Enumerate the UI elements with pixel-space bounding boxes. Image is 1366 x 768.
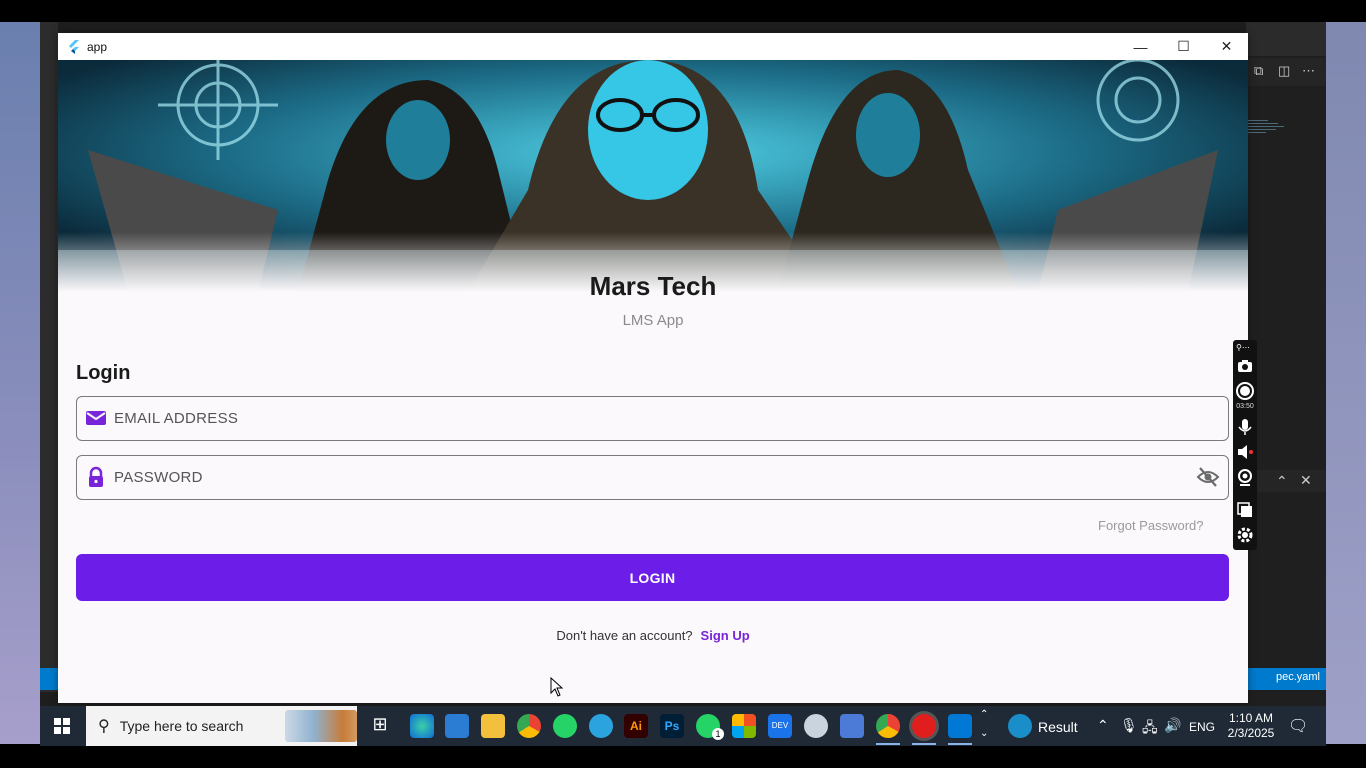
password-field[interactable] [76,455,1229,500]
app-window: app — ☐ ✕ Mars Tech LMS App Login EMAIL … [58,33,1248,703]
vscode-titlebar [1246,22,1326,56]
split-editor-icon[interactable]: ⧉ [1254,63,1263,79]
telegram-icon[interactable] [589,714,613,738]
chrome-profile-icon[interactable] [876,714,900,738]
email-input[interactable] [114,397,1174,440]
window-titlebar: app — ☐ ✕ [58,33,1248,60]
microphone-icon[interactable] [1236,418,1254,436]
edge-browser-icon[interactable] [410,714,434,738]
microphone-tray-icon[interactable]: 🎙 [1120,717,1138,734]
brand-subtitle: LMS App [622,312,684,329]
file-explorer-icon[interactable] [481,714,505,738]
vscode-minimap [1248,118,1288,138]
search-icon: ⚲ [98,718,110,735]
active-indicator [948,743,972,745]
forgot-password-link[interactable]: Forgot Password? [1098,518,1204,533]
windows-taskbar: ⚲ Type here to search ⊞ Ai Ps 1 DEV ⌃ ⌄ … [40,706,1326,746]
start-button[interactable] [40,706,84,746]
lock-icon [85,466,107,488]
clock-date: 2/3/2025 [1227,726,1275,740]
active-indicator [912,743,936,745]
brand-title: Mars Tech [589,271,717,301]
settings-gear-icon[interactable] [1236,526,1254,544]
taskbar-scroll-up-icon[interactable]: ⌃ [980,709,988,720]
whatsapp-icon[interactable] [553,714,577,738]
chrome-icon[interactable] [517,714,541,738]
recorder-toolbar: ⚲⋯ 03:50 [1233,340,1257,550]
signup-link[interactable]: Sign Up [701,628,750,643]
close-panel-icon[interactable]: ✕ [1300,472,1312,489]
weather-icon[interactable] [1008,714,1032,738]
screen-recorder-icon[interactable] [912,714,936,738]
tray-chevron-up-icon[interactable]: ⌃ [1097,717,1109,734]
window-title: app [87,39,108,54]
taskbar-search-box[interactable]: ⚲ Type here to search [86,706,357,746]
desktop-wallpaper-strip-right [1326,22,1366,744]
desktop-wallpaper-strip [0,22,40,744]
flutter-icon [66,39,82,55]
notification-badge: 1 [712,728,724,740]
search-highlight-image [285,710,357,742]
mouse-cursor-icon [550,676,564,702]
windows-logo-icon [54,718,70,734]
weather-label[interactable]: Result [1038,719,1078,735]
task-view-icon[interactable]: ⊞ [368,714,392,738]
password-input[interactable] [114,456,1174,499]
clock-time: 1:10 AM [1228,711,1274,725]
network-icon[interactable]: 🖧 [1142,717,1158,741]
microsoft-apps-icon[interactable] [732,714,756,738]
taskbar-scroll-down-icon[interactable]: ⌄ [980,728,988,739]
vscode-activity-bar [40,22,58,692]
chevron-up-icon[interactable]: ⌃ [1276,473,1288,490]
language-indicator[interactable]: ENG [1189,720,1215,734]
vscode-editor-area: ⧉ ◫ ⋯ [1246,22,1326,712]
volume-icon[interactable]: 🔊 [1164,717,1181,734]
network-tool-icon[interactable] [840,714,864,738]
dev-tool-icon[interactable]: DEV [768,714,792,738]
no-account-text: Don't have an account? [556,628,693,643]
maximize-button[interactable]: ☐ [1162,33,1205,60]
close-button[interactable]: ✕ [1205,33,1248,60]
photoshop-icon[interactable]: Ps [660,714,684,738]
email-field[interactable] [76,396,1229,441]
more-actions-icon[interactable]: ⋯ [1302,63,1315,79]
app-icon[interactable] [804,714,828,738]
layout-icon[interactable]: ◫ [1278,63,1290,79]
vscode-panel-header: ⌃ ✕ [1250,470,1326,492]
recorder-menu-icon[interactable]: ⚲⋯ [1236,343,1254,352]
webcam-icon[interactable] [1236,468,1254,486]
envelope-icon [85,407,107,429]
eye-off-icon[interactable] [1196,466,1220,488]
search-placeholder: Type here to search [119,718,244,734]
taskbar-clock[interactable]: 1:10 AM 2/3/2025 [1225,711,1277,741]
recording-time: 03:50 [1236,403,1254,410]
vscode-editor-actions: ⧉ ◫ ⋯ [1246,58,1326,86]
active-indicator [876,743,900,745]
record-icon[interactable] [1236,382,1254,400]
illustrator-icon[interactable]: Ai [624,714,648,738]
hero-banner-image [58,60,1248,292]
copy-icon[interactable] [1236,501,1254,519]
signup-row: Don't have an account? Sign Up [58,628,1248,643]
speaker-icon[interactable] [1236,443,1254,461]
camera-icon[interactable] [1236,357,1254,375]
status-filename[interactable]: pec.yaml [1276,671,1320,683]
login-heading: Login [76,362,131,384]
vscode-icon[interactable] [948,714,972,738]
store-icon[interactable] [445,714,469,738]
minimize-button[interactable]: — [1119,33,1162,60]
login-button[interactable]: LOGIN [76,554,1229,601]
notification-center-icon[interactable]: 🗨 [1288,716,1308,736]
